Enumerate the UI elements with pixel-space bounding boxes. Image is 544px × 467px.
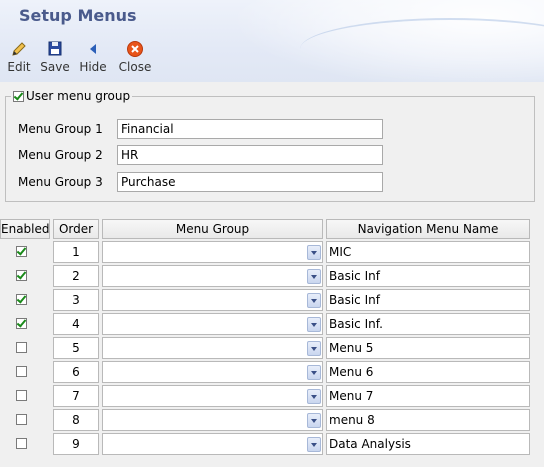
navigation-menu-name-field[interactable]: Menu 7 [326, 385, 530, 407]
chevron-down-icon[interactable] [307, 245, 321, 260]
menu-group-2-label: Menu Group 2 [18, 148, 103, 162]
save-button[interactable]: Save [39, 40, 71, 74]
chevron-down-icon[interactable] [307, 293, 321, 308]
table-row: 7 Menu 7 [0, 385, 544, 407]
chevron-down-icon[interactable] [307, 341, 321, 356]
menu-group-value [103, 413, 106, 427]
order-cell[interactable]: 2 [53, 265, 99, 287]
navigation-menu-name-field[interactable]: Basic Inf [326, 265, 530, 287]
column-header-order[interactable]: Order [53, 219, 99, 239]
enabled-cell [0, 361, 50, 383]
enabled-cell [0, 337, 50, 359]
menu-group-select[interactable] [102, 385, 323, 407]
enabled-checkbox[interactable] [16, 414, 27, 425]
table-row: 5 Menu 5 [0, 337, 544, 359]
header-banner: Setup Menus Edit Save Hide Close [0, 0, 544, 82]
enabled-checkbox[interactable] [16, 246, 27, 257]
hide-button[interactable]: Hide [78, 40, 108, 74]
navigation-menu-name-field[interactable]: Menu 5 [326, 337, 530, 359]
edit-label: Edit [7, 60, 31, 74]
menu-group-value [103, 341, 106, 355]
user-menu-group-checkbox[interactable] [13, 90, 24, 102]
close-button[interactable]: Close [118, 40, 152, 74]
user-menu-group-label: User menu group [26, 89, 131, 103]
navigation-menu-name-field[interactable]: Data Analysis [326, 433, 530, 455]
chevron-down-icon[interactable] [307, 269, 321, 284]
menu-group-value [103, 293, 106, 307]
menu-group-select[interactable] [102, 313, 323, 335]
left-arrow-icon [90, 44, 96, 54]
navigation-menu-name-field[interactable]: menu 8 [326, 409, 530, 431]
enabled-checkbox[interactable] [16, 294, 27, 305]
navigation-menu-name-field[interactable]: MIC [326, 241, 530, 263]
navigation-menu-name-field[interactable]: Basic Inf. [326, 313, 530, 335]
table-row: 8 menu 8 [0, 409, 544, 431]
navigation-menu-name-field[interactable]: Basic Inf [326, 289, 530, 311]
order-cell[interactable]: 6 [53, 361, 99, 383]
menu-group-select[interactable] [102, 337, 323, 359]
enabled-checkbox[interactable] [16, 270, 27, 281]
order-cell[interactable]: 4 [53, 313, 99, 335]
menu-group-value [103, 269, 106, 283]
order-cell[interactable]: 7 [53, 385, 99, 407]
menu-group-select[interactable] [102, 409, 323, 431]
order-cell[interactable]: 9 [53, 433, 99, 455]
order-cell[interactable]: 3 [53, 289, 99, 311]
order-cell[interactable]: 8 [53, 409, 99, 431]
order-cell[interactable]: 1 [53, 241, 99, 263]
menu-group-value [103, 365, 106, 379]
menu-group-3-field[interactable]: Purchase [117, 172, 383, 192]
menu-group-select[interactable] [102, 361, 323, 383]
user-menu-group-legend[interactable]: User menu group [11, 89, 133, 103]
chevron-down-icon[interactable] [307, 365, 321, 380]
column-header-enabled[interactable]: Enabled [0, 219, 50, 239]
table-row: 1 MIC [0, 241, 544, 263]
menu-group-select[interactable] [102, 289, 323, 311]
menu-group-value [103, 437, 106, 451]
menu-group-value [103, 245, 106, 259]
enabled-cell [0, 241, 50, 263]
enabled-checkbox[interactable] [16, 366, 27, 377]
close-icon [127, 41, 143, 57]
menu-group-select[interactable] [102, 241, 323, 263]
edit-button[interactable]: Edit [6, 40, 32, 74]
enabled-checkbox[interactable] [16, 342, 27, 353]
menu-group-select[interactable] [102, 265, 323, 287]
enabled-cell [0, 433, 50, 455]
table-row: 4 Basic Inf. [0, 313, 544, 335]
enabled-cell [0, 265, 50, 287]
hide-label: Hide [79, 60, 107, 74]
floppy-disk-icon [48, 41, 62, 56]
chevron-down-icon[interactable] [307, 437, 321, 452]
menu-group-2-field[interactable]: HR [117, 145, 383, 165]
table-row: 2 Basic Inf [0, 265, 544, 287]
menu-group-select[interactable] [102, 433, 323, 455]
enabled-cell [0, 313, 50, 335]
table-row: 6 Menu 6 [0, 361, 544, 383]
menu-group-1-label: Menu Group 1 [18, 122, 103, 136]
menu-group-3-label: Menu Group 3 [18, 175, 103, 189]
page-title: Setup Menus [19, 6, 137, 25]
navigation-menu-name-field[interactable]: Menu 6 [326, 361, 530, 383]
menu-group-value [103, 317, 106, 331]
column-header-navigation-menu-name[interactable]: Navigation Menu Name [326, 219, 530, 239]
table-row: 9 Data Analysis [0, 433, 544, 455]
save-label: Save [40, 60, 70, 74]
menu-group-1-field[interactable]: Financial [117, 119, 383, 139]
chevron-down-icon[interactable] [307, 413, 321, 428]
menu-group-value [103, 389, 106, 403]
enabled-checkbox[interactable] [16, 438, 27, 449]
enabled-cell [0, 289, 50, 311]
close-label: Close [118, 60, 152, 74]
chevron-down-icon[interactable] [307, 389, 321, 404]
enabled-cell [0, 409, 50, 431]
enabled-checkbox[interactable] [16, 318, 27, 329]
table-row: 3 Basic Inf [0, 289, 544, 311]
enabled-checkbox[interactable] [16, 390, 27, 401]
pencil-icon [12, 42, 26, 56]
order-cell[interactable]: 5 [53, 337, 99, 359]
column-header-menu-group[interactable]: Menu Group [102, 219, 323, 239]
enabled-cell [0, 385, 50, 407]
chevron-down-icon[interactable] [307, 317, 321, 332]
